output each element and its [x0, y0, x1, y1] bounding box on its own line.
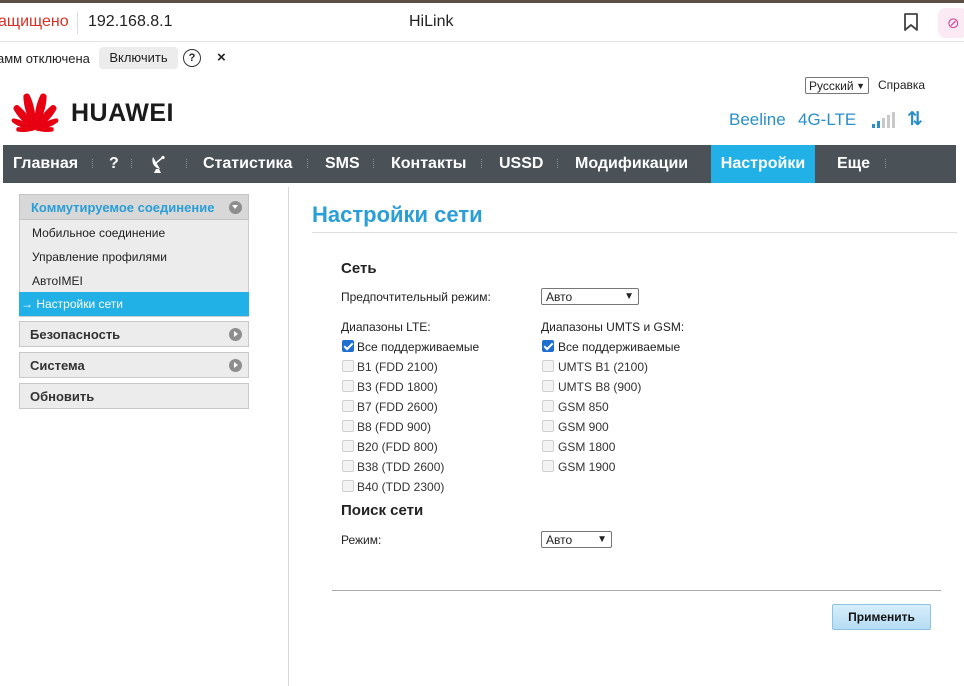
- nav-separator: [131, 159, 134, 168]
- page-title: Настройки сети: [312, 202, 483, 227]
- checkbox-umts-b8[interactable]: [542, 380, 554, 392]
- checkbox-label[interactable]: B7 (FDD 2600): [357, 400, 438, 414]
- umts-gsm-bands-label: Диапазоны UMTS и GSM:: [541, 320, 685, 334]
- sidebar-item-security-label[interactable]: Безопасность: [30, 327, 120, 342]
- operator-name: Beeline: [729, 110, 786, 129]
- sidebar-group-label[interactable]: Коммутируемое соединение: [31, 200, 214, 215]
- satellite-dish-icon[interactable]: [149, 154, 169, 174]
- checkbox-label[interactable]: B38 (TDD 2600): [357, 460, 444, 474]
- section-title-network-search: Поиск сети: [341, 502, 424, 519]
- checkbox-gsm-1900[interactable]: [542, 460, 554, 472]
- sidebar-item-system-label[interactable]: Система: [30, 358, 85, 373]
- brand-name: HUAWEI: [71, 99, 174, 127]
- info-bar-text: амм отключена: [0, 51, 90, 66]
- enable-button[interactable]: Включить: [99, 47, 178, 69]
- close-icon[interactable]: ×: [217, 49, 226, 66]
- content-divider: [288, 187, 289, 686]
- checkbox-label[interactable]: B20 (FDD 800): [357, 440, 438, 454]
- chevron-down-icon: ▼: [624, 291, 634, 302]
- lte-bands-label: Диапазоны LTE:: [341, 320, 431, 334]
- checkbox-lte-b3[interactable]: [342, 380, 354, 392]
- sidebar-item-mobile-connection[interactable]: Мобильное соединение: [32, 226, 165, 240]
- search-mode-label: Режим:: [341, 533, 382, 547]
- checkbox-label[interactable]: B8 (FDD 900): [357, 420, 431, 434]
- chevron-down-icon: ▼: [597, 534, 607, 545]
- expand-circle-icon[interactable]: [229, 328, 242, 341]
- sidebar-item-update-label[interactable]: Обновить: [30, 389, 94, 404]
- nav-home[interactable]: Главная: [13, 145, 78, 183]
- checkbox-label[interactable]: UMTS B1 (2100): [558, 360, 648, 374]
- checkbox-label[interactable]: B40 (TDD 2300): [357, 480, 444, 494]
- nav-sms[interactable]: SMS: [325, 145, 360, 183]
- address-bar[interactable]: ащищено 192.168.8.1 HiLink ⊘: [0, 3, 964, 42]
- checkbox-label[interactable]: Все поддерживаемые: [558, 340, 680, 354]
- nav-separator: [307, 159, 310, 168]
- search-mode-select[interactable]: Авто ▼: [541, 531, 612, 548]
- help-link[interactable]: Справка: [878, 78, 925, 92]
- checkbox-lte-b20[interactable]: [342, 440, 354, 452]
- checkbox-label[interactable]: Все поддерживаемые: [357, 340, 479, 354]
- nav-modifications[interactable]: Модификации: [575, 145, 688, 183]
- nav-separator: [373, 159, 376, 168]
- expand-circle-icon[interactable]: [229, 359, 242, 372]
- nav-separator: [557, 159, 560, 168]
- checkbox-label[interactable]: B1 (FDD 2100): [357, 360, 438, 374]
- title-divider: [312, 232, 957, 233]
- checkbox-lte-b8[interactable]: [342, 420, 354, 432]
- sidebar-item-network-settings-label[interactable]: → Настройки сети: [21, 297, 123, 311]
- checkbox-label[interactable]: GSM 1800: [558, 440, 615, 454]
- extension-icon[interactable]: ⊘: [938, 8, 964, 38]
- nav-separator: [885, 159, 888, 168]
- huawei-logo-icon: [11, 93, 59, 132]
- checkbox-lte-b1[interactable]: [342, 360, 354, 372]
- help-circle-icon[interactable]: ?: [183, 49, 201, 67]
- search-mode-value: Авто: [546, 533, 573, 547]
- sidebar-item-profile-management[interactable]: Управление профилями: [32, 250, 167, 264]
- checkbox-label[interactable]: UMTS B8 (900): [558, 380, 641, 394]
- preferred-mode-value: Авто: [546, 290, 573, 304]
- collapse-circle-icon[interactable]: [229, 201, 242, 214]
- nav-help[interactable]: ?: [109, 145, 119, 183]
- language-value: Русский: [809, 79, 854, 93]
- main-nav: Главная ? Статистика SMS Контакты USSD М…: [3, 145, 956, 183]
- network-type: 4G-LTE: [798, 110, 857, 129]
- bookmark-icon[interactable]: [902, 12, 920, 32]
- nav-separator: [481, 159, 484, 168]
- sidebar-item-auto-imei[interactable]: АвтоIMEI: [32, 274, 83, 288]
- preferred-mode-label: Предпочтительный режим:: [341, 290, 491, 304]
- checkbox-umts-all[interactable]: [542, 340, 554, 352]
- preferred-mode-select[interactable]: Авто ▼: [541, 288, 639, 305]
- checkbox-umts-b1[interactable]: [542, 360, 554, 372]
- security-indicator[interactable]: ащищено: [0, 13, 69, 31]
- page-title-tab: HiLink: [409, 13, 454, 30]
- nav-settings[interactable]: Настройки: [711, 145, 815, 183]
- checkbox-label[interactable]: GSM 900: [558, 420, 609, 434]
- apply-button[interactable]: Применить: [832, 604, 931, 630]
- nav-separator: [186, 159, 189, 168]
- checkbox-lte-b40[interactable]: [342, 480, 354, 492]
- nav-separator: [92, 159, 95, 168]
- address-divider: [77, 12, 78, 34]
- nav-ussd[interactable]: USSD: [499, 145, 543, 183]
- section-title-network: Сеть: [341, 260, 377, 277]
- data-transfer-icon: ⇅: [907, 109, 923, 130]
- checkbox-gsm-1800[interactable]: [542, 440, 554, 452]
- checkbox-label[interactable]: B3 (FDD 1800): [357, 380, 438, 394]
- checkbox-lte-b38[interactable]: [342, 460, 354, 472]
- checkbox-lte-b7[interactable]: [342, 400, 354, 412]
- url-text[interactable]: 192.168.8.1: [88, 13, 173, 31]
- checkbox-label[interactable]: GSM 850: [558, 400, 609, 414]
- chevron-down-icon: ▼: [856, 81, 865, 91]
- checkbox-gsm-900[interactable]: [542, 420, 554, 432]
- nav-contacts[interactable]: Контакты: [391, 145, 466, 183]
- nav-statistics[interactable]: Статистика: [203, 145, 292, 183]
- language-select[interactable]: Русский ▼: [805, 77, 869, 94]
- checkbox-gsm-850[interactable]: [542, 400, 554, 412]
- nav-more[interactable]: Еще: [837, 145, 870, 183]
- form-divider: [332, 590, 941, 591]
- checkbox-label[interactable]: GSM 1900: [558, 460, 615, 474]
- signal-strength-icon: [872, 112, 895, 128]
- checkbox-lte-all[interactable]: [342, 340, 354, 352]
